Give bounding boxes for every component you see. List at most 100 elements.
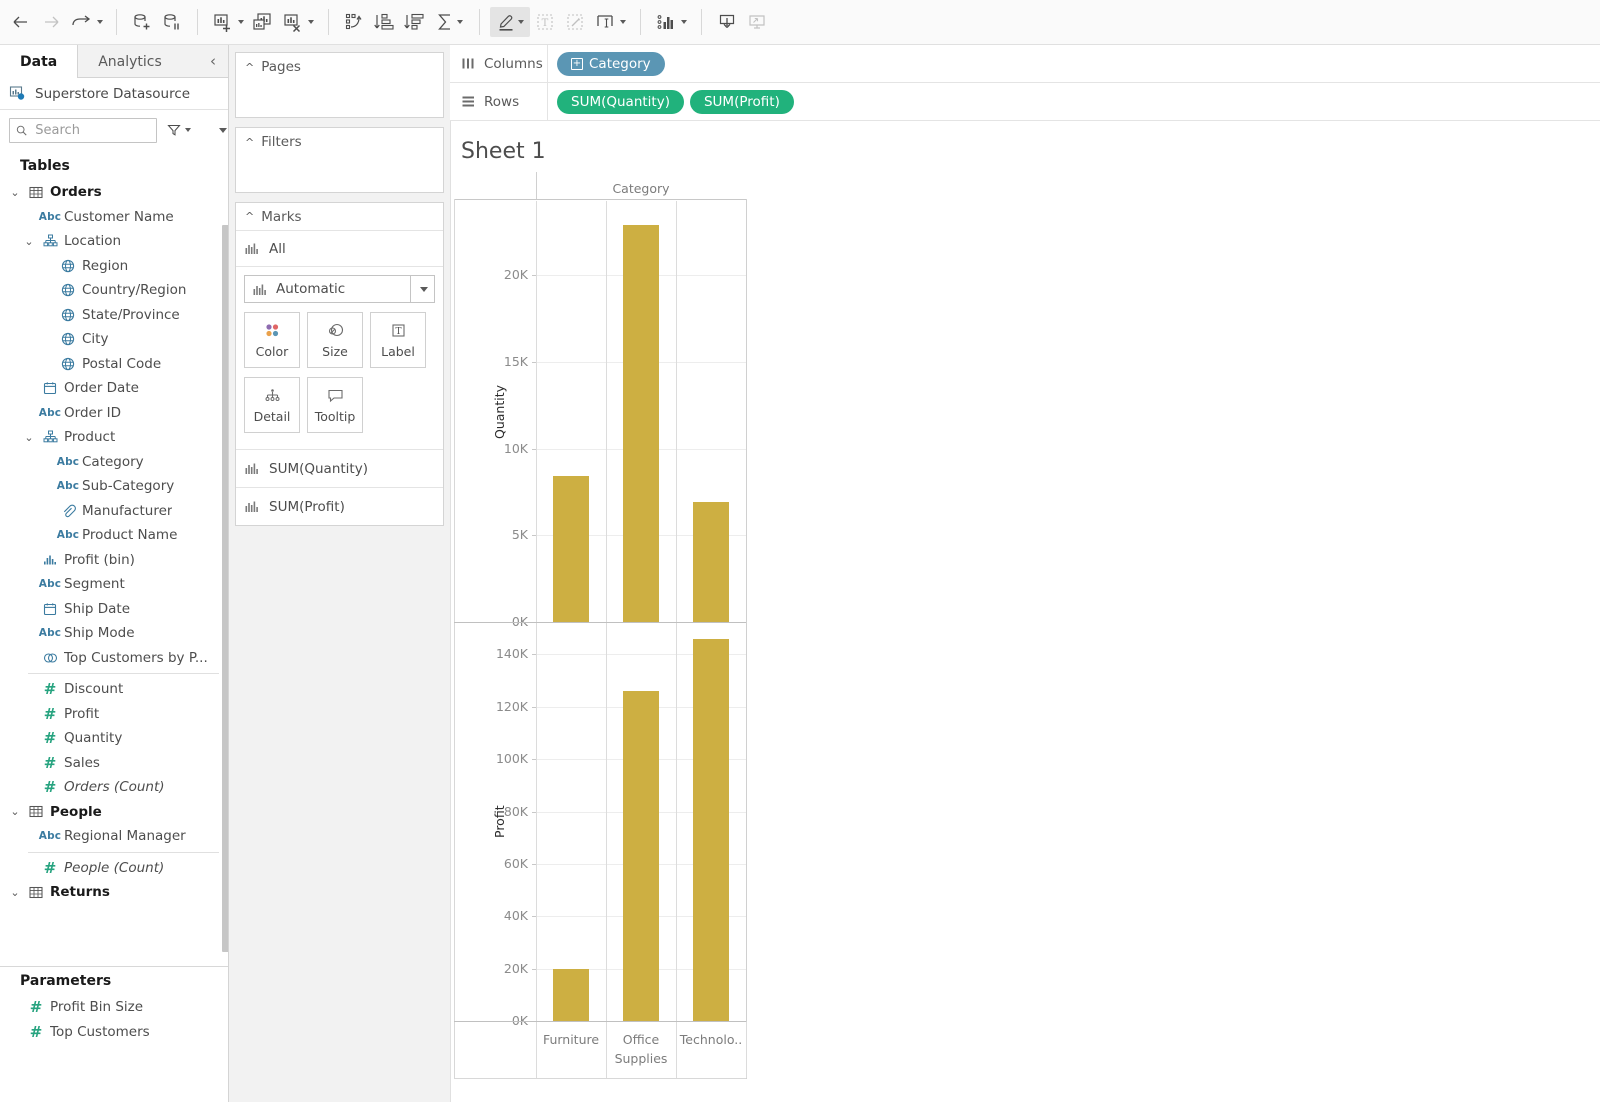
expand-chevron-icon[interactable]: ⌄	[22, 235, 36, 248]
marks-card-header[interactable]: ^ Marks	[236, 203, 443, 231]
field-row[interactable]: # People (Count)	[0, 856, 228, 881]
field-row[interactable]: Abc Regional Manager	[0, 824, 228, 849]
field-row[interactable]: Abc Segment	[0, 572, 228, 597]
field-row[interactable]: # Profit	[0, 702, 228, 727]
field-row[interactable]: Profit (bin)	[0, 548, 228, 573]
fit-button[interactable]	[590, 7, 630, 37]
field-label: Product	[64, 429, 116, 446]
field-row[interactable]: Manufacturer	[0, 499, 228, 524]
filters-shelf[interactable]	[236, 156, 443, 192]
bar-mark[interactable]	[623, 225, 659, 622]
show-me-button[interactable]	[651, 7, 691, 37]
field-row[interactable]: Abc Ship Mode	[0, 621, 228, 646]
bar-mark[interactable]	[693, 501, 729, 622]
forward-button[interactable]	[36, 7, 66, 37]
mark-type-dropdown[interactable]: Automatic	[244, 275, 435, 303]
sort-ascending-button[interactable]	[369, 7, 399, 37]
swap-rows-columns-button[interactable]	[339, 7, 369, 37]
tab-analytics[interactable]: Analytics	[78, 45, 182, 78]
worksheet-title[interactable]: Sheet 1	[461, 139, 546, 164]
new-worksheet-button[interactable]	[208, 7, 248, 37]
viz-canvas[interactable]: Sheet 1 Category 0K 5K 10K 15K 20K Quantity 0K 2…	[452, 121, 1600, 1102]
expand-chevron-icon[interactable]: ⌄	[22, 431, 36, 444]
duplicate-sheet-button[interactable]	[248, 7, 278, 37]
clear-sheet-button[interactable]	[278, 7, 318, 37]
field-row[interactable]: ⌄ Product	[0, 425, 228, 450]
expand-chevron-icon[interactable]: ⌄	[8, 805, 22, 818]
field-type-icon: Abc	[36, 830, 64, 842]
table-row[interactable]: ⌄ Returns	[0, 880, 228, 905]
marks-measure-quantity[interactable]: SUM(Quantity)	[236, 449, 443, 487]
color-button[interactable]: Color	[244, 312, 300, 368]
parameter-row[interactable]: # Profit Bin Size	[0, 995, 228, 1020]
expand-chevron-icon[interactable]: ⌄	[8, 886, 22, 899]
field-row[interactable]: Postal Code	[0, 352, 228, 377]
bar-mark[interactable]	[623, 691, 659, 1021]
parameter-row[interactable]: # Top Customers	[0, 1020, 228, 1045]
totals-button[interactable]	[429, 7, 469, 37]
pages-shelf[interactable]	[236, 81, 443, 117]
visualization-area[interactable]: Sheet 1 Category 0K 5K 10K 15K 20K Quantity 0K 2…	[450, 121, 1600, 1102]
tab-data[interactable]: Data	[0, 45, 79, 78]
mark-type-caret[interactable]	[410, 276, 434, 302]
detail-button[interactable]: Detail	[244, 377, 300, 433]
field-row[interactable]: # Orders (Count)	[0, 775, 228, 800]
search-box[interactable]	[9, 117, 157, 143]
marks-controls: Automatic Color Size T Label Detail Tool…	[236, 267, 443, 449]
field-row[interactable]: State/Province	[0, 303, 228, 328]
rows-shelf[interactable]: Rows SUM(Quantity) SUM(Profit)	[450, 82, 1600, 121]
pill-sum-quantity[interactable]: SUM(Quantity)	[557, 89, 684, 114]
pane-menu-button[interactable]	[213, 127, 228, 133]
highlight-button[interactable]	[490, 7, 530, 37]
presentation-mode-button[interactable]	[742, 7, 772, 37]
hierarchy-expand-icon[interactable]: +	[571, 57, 583, 70]
mark-annotation-button[interactable]	[560, 7, 590, 37]
bar-mark[interactable]	[553, 476, 589, 622]
download-button[interactable]	[712, 7, 742, 37]
field-row[interactable]: Region	[0, 254, 228, 279]
filters-card-header[interactable]: ^ Filters	[236, 128, 443, 156]
table-row[interactable]: ⌄ Orders	[0, 180, 228, 205]
back-button[interactable]	[6, 7, 36, 37]
size-button[interactable]: Size	[307, 312, 363, 368]
field-row[interactable]: City	[0, 327, 228, 352]
bar-mark[interactable]	[693, 638, 729, 1021]
expand-chevron-icon[interactable]: ⌄	[8, 186, 22, 199]
field-row[interactable]: Abc Order ID	[0, 401, 228, 426]
text-annotation-button[interactable]: T	[530, 7, 560, 37]
field-row[interactable]: Abc Customer Name	[0, 205, 228, 230]
redo-button[interactable]	[66, 7, 106, 37]
pages-card-header[interactable]: ^ Pages	[236, 53, 443, 81]
field-row[interactable]: # Sales	[0, 751, 228, 776]
collapse-chevron-icon: ^	[245, 135, 255, 149]
number-icon: #	[43, 704, 57, 723]
search-input[interactable]	[33, 121, 150, 139]
field-row[interactable]: # Discount	[0, 677, 228, 702]
bar-mark[interactable]	[553, 968, 589, 1021]
marks-all-tab[interactable]: All	[236, 231, 443, 267]
columns-pills: + Category	[548, 51, 665, 76]
label-button[interactable]: T Label	[370, 312, 426, 368]
pill-sum-profit[interactable]: SUM(Profit)	[689, 89, 794, 114]
datasource-row[interactable]: Superstore Datasource	[0, 78, 228, 110]
marks-measure-profit[interactable]: SUM(Profit)	[236, 487, 443, 525]
field-row[interactable]: Abc Product Name	[0, 523, 228, 548]
pause-data-updates-button[interactable]	[157, 7, 187, 37]
field-row[interactable]: Abc Category	[0, 450, 228, 475]
field-row[interactable]: Ship Date	[0, 597, 228, 622]
sort-descending-button[interactable]	[399, 7, 429, 37]
field-row[interactable]: Top Customers by P...	[0, 646, 228, 671]
tooltip-button[interactable]: Tooltip	[307, 377, 363, 433]
duplicate-sheet-icon	[253, 13, 271, 30]
table-row[interactable]: ⌄ People	[0, 800, 228, 825]
field-row[interactable]: Abc Sub-Category	[0, 474, 228, 499]
new-data-source-button[interactable]	[127, 7, 157, 37]
field-row[interactable]: Country/Region	[0, 278, 228, 303]
field-row[interactable]: ⌄ Location	[0, 229, 228, 254]
field-row[interactable]: Order Date	[0, 376, 228, 401]
field-row[interactable]: # Quantity	[0, 726, 228, 751]
collapse-pane-icon[interactable]: ‹	[198, 45, 228, 77]
pill-category[interactable]: + Category	[557, 51, 665, 76]
field-filter-button[interactable]	[163, 123, 195, 137]
columns-shelf[interactable]: Columns + Category	[450, 44, 1600, 83]
